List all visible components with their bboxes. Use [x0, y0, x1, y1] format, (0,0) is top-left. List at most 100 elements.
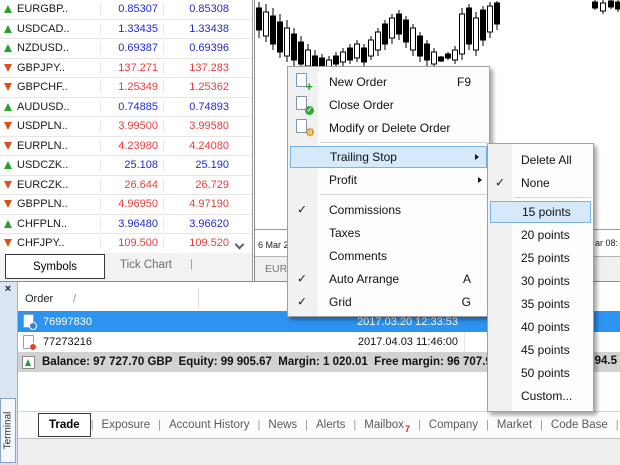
- trailing-stop-submenu: Delete All✓None 15 points20 points 25 poin…: [487, 143, 594, 412]
- menu-item-45-points[interactable]: 45 points: [488, 338, 593, 361]
- market-watch-row[interactable]: USDPLN..3.995003.99580: [0, 117, 252, 137]
- bid-price: 1.33435: [100, 23, 163, 35]
- ask-price: 1.25362: [163, 81, 235, 93]
- arrow-down-icon: [4, 142, 12, 150]
- tab-mailbox[interactable]: Mailbox7: [356, 417, 418, 434]
- market-watch-row[interactable]: EURCZK..26.64426.729: [0, 176, 252, 196]
- bid-price: 109.500: [100, 237, 163, 249]
- tab-news[interactable]: News: [260, 419, 305, 431]
- market-watch-tab-bar: Symbols Tick Chart |: [0, 253, 252, 281]
- market-watch-row[interactable]: CHFPLN..3.964803.96620: [0, 215, 252, 235]
- menu-item-commissions[interactable]: ✓ Commissions: [288, 198, 489, 221]
- ask-price: 26.729: [163, 179, 235, 191]
- column-divider: [464, 332, 465, 352]
- tab-label: Alerts: [316, 419, 345, 431]
- arrow-up-icon: [4, 5, 12, 13]
- market-watch-symbol-list: EURGBP..0.853070.85308USDCAD..1.334351.3…: [0, 0, 252, 253]
- tab-company[interactable]: Company: [421, 419, 486, 431]
- bid-price: 4.23980: [100, 140, 163, 152]
- market-watch-row[interactable]: NZDUSD..0.693870.69396: [0, 39, 252, 59]
- tab-alerts[interactable]: Alerts: [308, 419, 353, 431]
- menu-item-modify-or-delete-order[interactable]: ⚙Modify or Delete Order: [288, 116, 489, 139]
- menu-item-grid[interactable]: ✓GridG: [288, 290, 489, 313]
- tab-market[interactable]: Market: [489, 419, 540, 431]
- symbol-label: NZDUSD..: [17, 42, 69, 54]
- menu-item-25-points[interactable]: 25 points: [488, 246, 593, 269]
- menu-item-taxes[interactable]: Taxes: [288, 221, 489, 244]
- checkmark-icon: ✓: [297, 202, 307, 216]
- menu-item-none[interactable]: ✓None: [488, 171, 593, 194]
- menu-item-delete-all[interactable]: Delete All: [488, 148, 593, 171]
- bid-price: 3.99500: [100, 120, 163, 132]
- arrow-down-icon: [4, 122, 12, 130]
- menu-item-40-points[interactable]: 40 points: [488, 315, 593, 338]
- tab-tick-chart[interactable]: Tick Chart: [120, 259, 172, 271]
- menu-item-label: Comments: [329, 249, 387, 263]
- menu-item-close-order[interactable]: ✓ Close Order: [288, 93, 489, 116]
- menu-item-auto-arrange[interactable]: ✓Auto ArrangeA: [288, 267, 489, 290]
- menu-item-profit[interactable]: Profit: [288, 168, 489, 191]
- menu-item-20-points[interactable]: 20 points: [488, 223, 593, 246]
- terminal-tab-bar: Trade|Exposure|Account History|News|Aler…: [18, 411, 620, 438]
- terminal-vertical-tab[interactable]: Terminal: [0, 398, 16, 463]
- tab-account-history[interactable]: Account History: [161, 419, 258, 431]
- order-column-header[interactable]: Order: [25, 293, 53, 305]
- market-watch-row[interactable]: AUDUSD..0.748850.74893: [0, 98, 252, 118]
- market-watch-row[interactable]: GBPPLN..4.969504.97190: [0, 195, 252, 215]
- bid-price: 137.271: [100, 62, 163, 74]
- menu-item-label: 45 points: [521, 343, 570, 357]
- market-watch-row[interactable]: CHFJPY..109.500109.520: [0, 234, 252, 253]
- chart-window-tab[interactable]: EUR: [265, 263, 287, 275]
- bid-price: 0.85307: [100, 3, 163, 15]
- symbol-label: CHFJPY..: [17, 237, 64, 249]
- menu-item-label: 30 points: [521, 274, 570, 288]
- menu-item-trailing-stop[interactable]: Trailing Stop: [290, 146, 487, 168]
- menu-item-label: Commissions: [329, 203, 401, 217]
- symbol-cell: NZDUSD..: [0, 42, 100, 54]
- close-icon[interactable]: ×: [2, 283, 14, 295]
- market-watch-row[interactable]: USDCAD..1.334351.33438: [0, 20, 252, 40]
- status-bar: [18, 438, 620, 465]
- bid-price: 4.96950: [100, 198, 163, 210]
- checkmark-icon: ✓: [495, 175, 505, 189]
- symbol-cell: GBPCHF..: [0, 81, 100, 93]
- menu-item-label: Profit: [329, 173, 357, 187]
- menu-separator: [288, 139, 489, 146]
- market-watch-row[interactable]: GBPCHF..1.253491.25362: [0, 78, 252, 98]
- market-watch-row[interactable]: EURGBP..0.853070.85308: [0, 0, 252, 20]
- market-watch-panel: EURGBP..0.853070.85308USDCAD..1.334351.3…: [0, 0, 253, 281]
- menu-item-comments[interactable]: Comments: [288, 244, 489, 267]
- symbol-cell: EURPLN..: [0, 140, 100, 152]
- menu-item-35-points[interactable]: 35 points: [488, 292, 593, 315]
- tab-code-base[interactable]: Code Base: [543, 419, 616, 431]
- ask-price: 3.96620: [163, 218, 235, 230]
- menu-item-50-points[interactable]: 50 points: [488, 361, 593, 384]
- menu-item-30-points[interactable]: 30 points: [488, 269, 593, 292]
- market-watch-row[interactable]: EURPLN..4.239804.24080: [0, 137, 252, 157]
- terminal-gutter: × Terminal: [0, 282, 17, 465]
- menu-item-custom[interactable]: Custom...: [488, 384, 593, 407]
- tab-separator: |: [616, 419, 619, 431]
- submenu-arrow-icon: [475, 154, 479, 160]
- tab-exposure[interactable]: Exposure: [94, 419, 159, 431]
- arrow-down-icon: [4, 200, 12, 208]
- market-watch-row[interactable]: USDCZK..25.10825.190: [0, 156, 252, 176]
- tab-trade[interactable]: Trade: [38, 413, 91, 437]
- menu-item-label: New Order: [329, 75, 387, 89]
- buy-order-icon: [23, 314, 37, 329]
- tab-symbols[interactable]: Symbols: [5, 254, 105, 279]
- ask-price: 137.283: [163, 62, 235, 74]
- arrow-up-icon: [4, 44, 12, 52]
- menu-item-new-order[interactable]: +New OrderF9: [288, 70, 489, 93]
- arrow-up-icon: [4, 220, 12, 228]
- market-watch-row[interactable]: GBPJPY..137.271137.283: [0, 59, 252, 79]
- menu-item-label: Close Order: [329, 98, 394, 112]
- menu-item-15-points[interactable]: 15 points: [490, 201, 591, 223]
- ask-price: 0.85308: [163, 3, 235, 15]
- arrow-up-icon: [4, 161, 12, 169]
- close-order-icon: ✓: [295, 96, 312, 113]
- symbol-cell: EURCZK..: [0, 179, 100, 191]
- menu-item-label: Trailing Stop: [330, 150, 397, 164]
- menu-item-label: 25 points: [521, 251, 570, 265]
- bid-price: 0.69387: [100, 42, 163, 54]
